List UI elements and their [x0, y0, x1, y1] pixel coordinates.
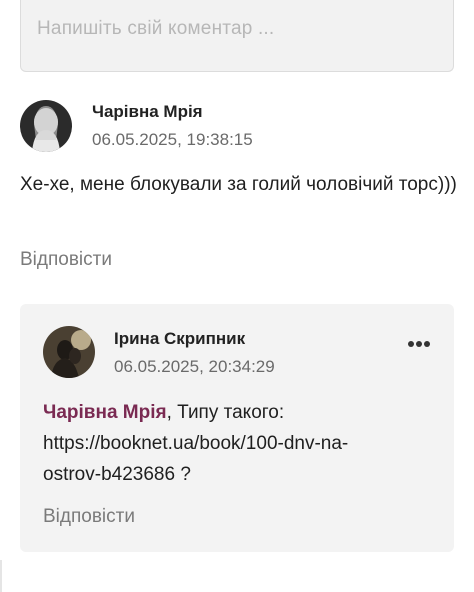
comment-text: Хе-хе, мене блокували за голий чоловічий… — [20, 174, 457, 195]
reply-button[interactable]: Відповісти — [20, 249, 112, 271]
comment-input-placeholder: Напишіть свій коментар ... — [37, 18, 275, 39]
divider — [0, 560, 2, 592]
reply-author[interactable]: Ірина Скрипник — [114, 329, 245, 349]
avatar[interactable] — [43, 326, 95, 378]
comment-input[interactable]: Напишіть свій коментар ... — [20, 0, 454, 72]
avatar[interactable] — [20, 100, 72, 152]
reply-text-part: , Типу такого: — [166, 402, 285, 423]
reply-container: Ірина Скрипник 06.05.2025, 20:34:29 Чарі… — [20, 304, 454, 552]
reply-text: Чарівна Мрія, Типу такого: https://bookne… — [43, 397, 403, 490]
reply-button[interactable]: Відповісти — [43, 506, 135, 528]
book-link[interactable]: https://booknet.ua/book/100-dnv-na-ostro… — [43, 433, 348, 485]
reply-text-end: ? — [175, 464, 191, 485]
more-dots-icon[interactable] — [408, 334, 434, 347]
reply-date: 06.05.2025, 20:34:29 — [114, 357, 275, 376]
comment-author[interactable]: Чарівна Мрія — [92, 102, 203, 122]
comment-date: 06.05.2025, 19:38:15 — [92, 130, 253, 149]
mention-link[interactable]: Чарівна Мрія — [43, 402, 167, 423]
